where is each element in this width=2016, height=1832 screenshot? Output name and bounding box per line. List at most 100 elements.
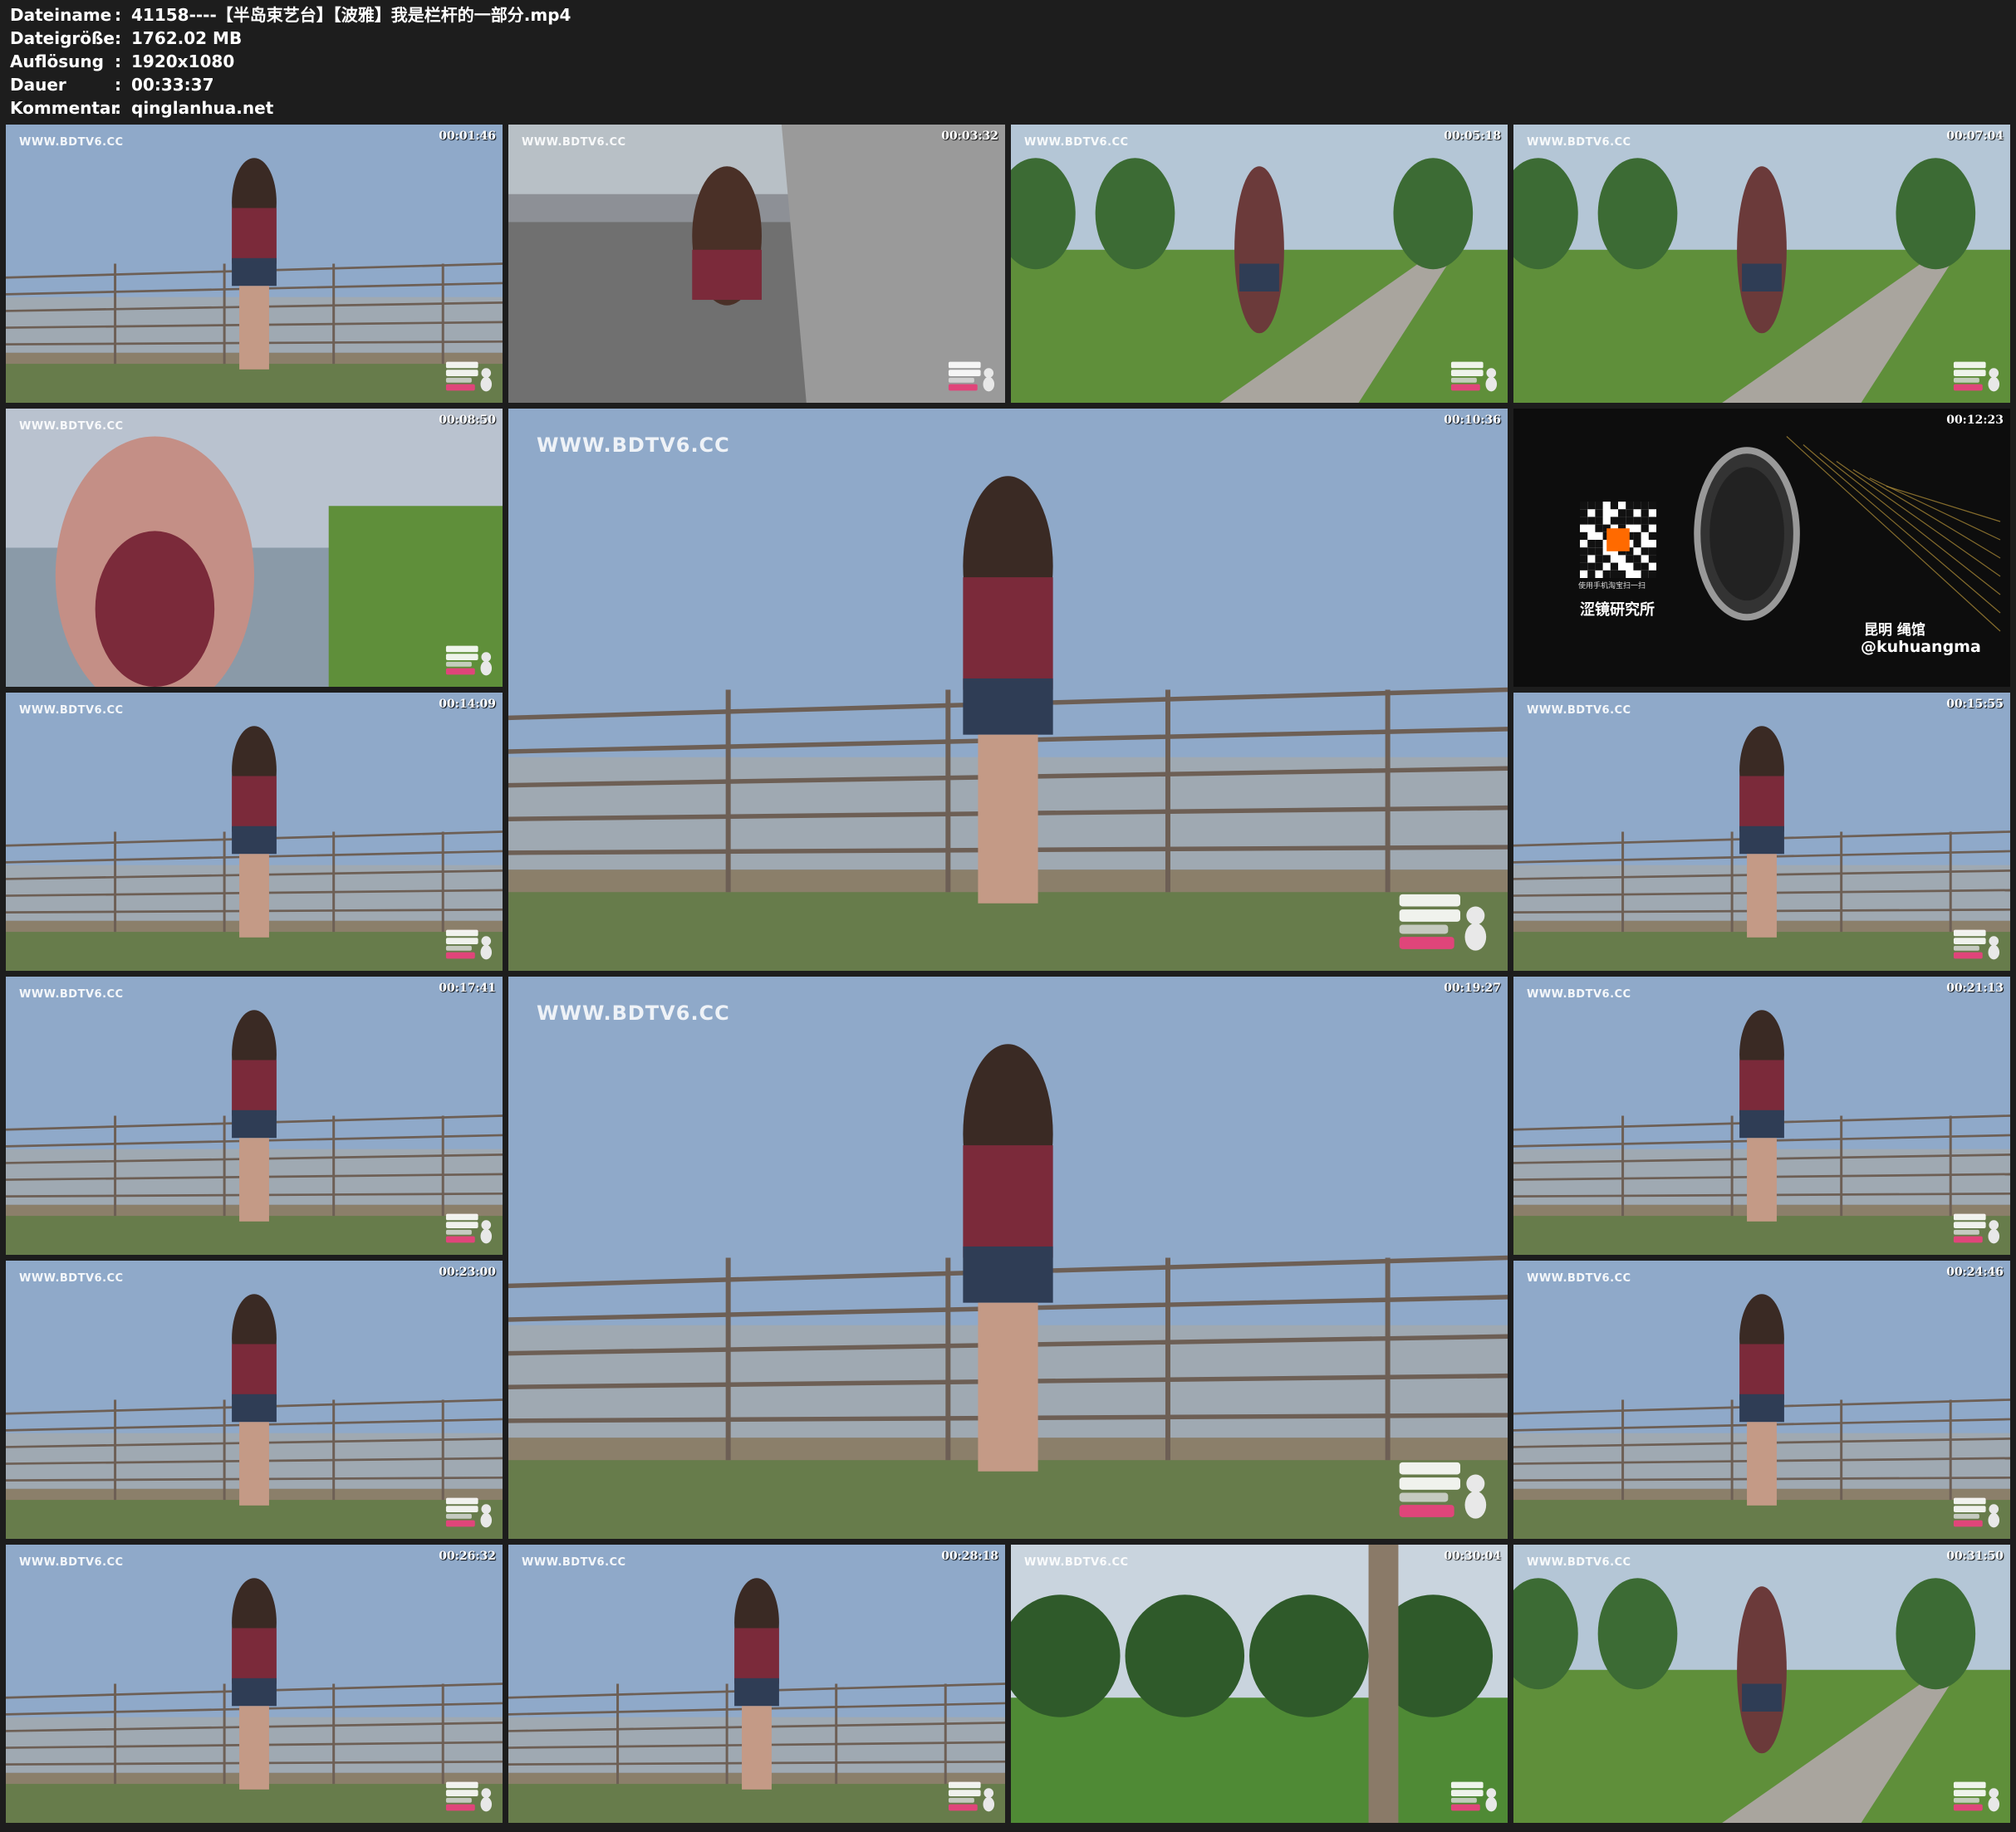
video-thumbnail[interactable]: WWW.BDTV6.CC 00:14:09 [6,693,503,971]
peninsula-bondage-logo [1450,361,1498,392]
peninsula-bondage-logo [1953,929,2000,960]
peninsula-bondage-logo [1399,894,1487,951]
ad-studio-label: 昆明 绳馆 [1864,622,1925,639]
filesize-separator: : [115,28,121,48]
peninsula-bondage-logo [445,1781,493,1812]
thumbnail-timestamp: 00:31:50 [1946,1550,2004,1563]
video-thumbnail[interactable]: WWW.BDTV6.CC 00:17:41 [6,977,503,1255]
thumbnail-image [6,125,503,403]
watermark-text: WWW.BDTV6.CC [19,420,124,433]
thumbnail-timestamp: 00:14:09 [439,698,496,711]
watermark-text: WWW.BDTV6.CC [1527,1272,1631,1285]
video-thumbnail[interactable]: WWW.BDTV6.CC 00:03:32 [508,125,1005,403]
resolution-key: Auflösung [10,51,104,71]
peninsula-bondage-logo [1953,1497,2000,1528]
thumbnail-image [6,693,503,971]
peninsula-bondage-logo [1399,1462,1487,1519]
peninsula-bondage-logo [445,929,493,960]
thumbnail-image [6,977,503,1255]
duration-key: Dauer [10,75,66,95]
thumbnail-timestamp: 00:15:55 [1946,698,2004,711]
thumbnail-image [1513,1545,2010,1823]
duration-separator: : [115,75,121,95]
info-row-filesize: Dateigröße : 1762.02 MB [10,27,758,50]
qr-code-icon [1580,502,1656,578]
video-thumbnail[interactable]: WWW.BDTV6.CC 00:30:04 [1011,1545,1508,1823]
filesize-key: Dateigröße [10,28,115,48]
video-thumbnail[interactable]: WWW.BDTV6.CC 00:23:00 [6,1261,503,1539]
watermark-text: WWW.BDTV6.CC [1024,136,1129,149]
watermark-text: WWW.BDTV6.CC [537,1002,730,1025]
comment-separator: : [115,98,121,118]
watermark-text: WWW.BDTV6.CC [1527,1556,1631,1569]
thumbnail-timestamp: 00:05:18 [1444,130,1501,143]
thumbnail-timestamp: 00:03:32 [941,130,998,143]
watermark-text: WWW.BDTV6.CC [19,1556,124,1569]
thumbnail-image [6,1545,503,1823]
resolution-value: 1920x1080 [131,51,235,71]
thumbnail-image [1513,125,2010,403]
qr-hint-text: 使用手机淘宝扫一扫 [1578,582,1646,590]
thumbnail-timestamp: 00:24:46 [1946,1266,2004,1279]
video-thumbnail[interactable]: WWW.BDTV6.CC 00:01:46 [6,125,503,403]
ad-handle-label: @kuhuangma [1861,638,1981,656]
video-thumbnail[interactable]: WWW.BDTV6.CC 00:31:50 [1513,1545,2010,1823]
video-thumbnail[interactable]: WWW.BDTV6.CC 00:28:18 [508,1545,1005,1823]
filesize-value: 1762.02 MB [131,28,243,48]
video-thumbnail[interactable]: WWW.BDTV6.CC 00:05:18 [1011,125,1508,403]
info-row-comment: Kommentar : qinglanhua.net [10,96,758,120]
watermark-text: WWW.BDTV6.CC [19,988,124,1001]
comment-value: qinglanhua.net [131,98,274,118]
file-info-block: Dateiname : 41158----【半岛束艺台】【波雅】我是栏杆的一部分… [10,3,758,120]
thumbnail-image [1513,693,2010,971]
thumbnail-image [508,977,1508,1539]
filename-key: Dateiname [10,5,112,25]
video-thumbnail[interactable]: 使用手机淘宝扫一扫 涩镜研究所 昆明 绳馆 @kuhuangma 00:12:23 [1513,409,2010,687]
watermark-text: WWW.BDTV6.CC [522,1556,626,1569]
peninsula-bondage-logo [1953,1213,2000,1244]
peninsula-bondage-logo [1953,361,2000,392]
comment-key: Kommentar [10,98,120,118]
video-thumbnail[interactable]: WWW.BDTV6.CC 00:21:13 [1513,977,2010,1255]
watermark-text: WWW.BDTV6.CC [537,434,730,457]
thumbnail-image [1011,125,1508,403]
video-thumbnail[interactable]: WWW.BDTV6.CC 00:26:32 [6,1545,503,1823]
video-thumbnail[interactable]: WWW.BDTV6.CC 00:07:04 [1513,125,2010,403]
thumbnail-timestamp: 00:30:04 [1444,1550,1501,1563]
thumbnail-image [1011,1545,1508,1823]
watermark-text: WWW.BDTV6.CC [19,704,124,717]
thumbnail-image [1513,977,2010,1255]
thumbnail-image [508,1545,1005,1823]
video-thumbnail[interactable]: WWW.BDTV6.CC 00:08:50 [6,409,503,687]
watermark-text: WWW.BDTV6.CC [1024,1556,1129,1569]
thumbnail-image [508,125,1005,403]
thumbnail-timestamp: 00:08:50 [439,414,496,427]
peninsula-bondage-logo [445,645,493,676]
filename-value: 41158----【半岛束艺台】【波雅】我是栏杆的一部分.mp4 [131,5,571,25]
thumbnail-image [508,409,1508,971]
info-row-filename: Dateiname : 41158----【半岛束艺台】【波雅】我是栏杆的一部分… [10,3,758,27]
peninsula-bondage-logo [1953,1781,2000,1812]
thumbnail-timestamp: 00:07:04 [1946,130,2004,143]
watermark-text: WWW.BDTV6.CC [1527,988,1631,1001]
thumbnail-image [6,1261,503,1539]
watermark-text: WWW.BDTV6.CC [1527,704,1631,717]
video-thumbnail[interactable]: WWW.BDTV6.CC 00:10:36 [508,409,1508,971]
peninsula-bondage-logo [445,361,493,392]
thumbnail-timestamp: 00:17:41 [439,982,496,995]
video-thumbnail[interactable]: WWW.BDTV6.CC 00:24:46 [1513,1261,2010,1539]
peninsula-bondage-logo [948,361,995,392]
thumbnail-timestamp: 00:10:36 [1444,414,1501,427]
peninsula-bondage-logo [445,1213,493,1244]
watermark-text: WWW.BDTV6.CC [19,136,124,149]
video-thumbnail[interactable]: WWW.BDTV6.CC 00:19:27 [508,977,1508,1539]
thumbnail-timestamp: 00:01:46 [439,130,496,143]
filename-separator: : [115,5,121,25]
ad-brand-label: 涩镜研究所 [1580,601,1655,619]
thumbnail-timestamp: 00:21:13 [1946,982,2004,995]
peninsula-bondage-logo [1450,1781,1498,1812]
watermark-text: WWW.BDTV6.CC [19,1272,124,1285]
resolution-separator: : [115,51,121,71]
video-thumbnail[interactable]: WWW.BDTV6.CC 00:15:55 [1513,693,2010,971]
thumbnail-timestamp: 00:28:18 [941,1550,998,1563]
